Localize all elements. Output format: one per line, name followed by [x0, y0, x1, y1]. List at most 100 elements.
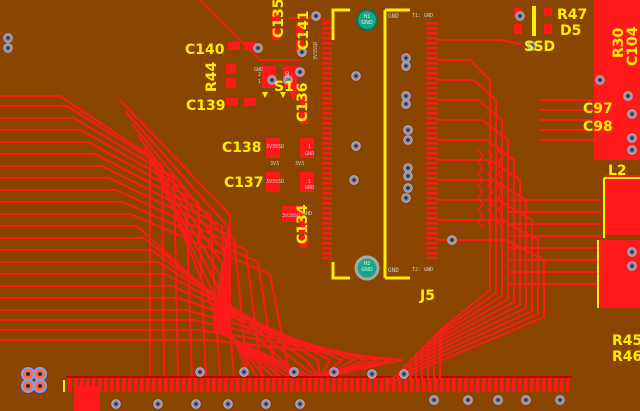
ref-j5[interactable]: J5 — [420, 289, 435, 303]
edge-connector-pad[interactable] — [554, 378, 558, 392]
serpentine-trace[interactable] — [477, 149, 484, 229]
edge-connector-pad[interactable] — [272, 378, 276, 392]
ref-r45[interactable]: R45 — [612, 334, 640, 348]
edge-connector-pad[interactable] — [194, 378, 198, 392]
edge-connector-pad[interactable] — [476, 378, 480, 392]
j5-pad-left[interactable] — [322, 197, 332, 200]
j5-pad-left[interactable] — [322, 72, 332, 75]
j5-pad-left[interactable] — [322, 182, 332, 185]
edge-connector-pad[interactable] — [278, 378, 282, 392]
edge-connector-pad[interactable] — [128, 378, 132, 392]
j5-pad-right[interactable] — [426, 232, 438, 235]
edge-connector-pad[interactable] — [140, 378, 144, 392]
j5-pad-right[interactable] — [426, 222, 438, 225]
ref-c104[interactable]: C104 — [625, 27, 640, 67]
j5-pad-right[interactable] — [426, 227, 438, 230]
ref-r30[interactable]: R30 — [611, 28, 627, 58]
edge-connector-pad[interactable] — [350, 378, 354, 392]
j5-pad-left[interactable] — [322, 242, 332, 245]
edge-connector-pad[interactable] — [326, 378, 330, 392]
edge-connector-pad[interactable] — [230, 378, 234, 392]
j5-pad-left[interactable] — [322, 57, 332, 60]
ref-r46[interactable]: R46 — [612, 350, 640, 364]
edge-connector-pad[interactable] — [494, 378, 498, 392]
ref-c98[interactable]: C98 — [583, 120, 613, 134]
j5-pad-left[interactable] — [322, 62, 332, 65]
j5-pad-left[interactable] — [322, 87, 332, 90]
j5-pad-right[interactable] — [426, 87, 438, 90]
j5-pad-left[interactable] — [322, 47, 332, 50]
edge-connector-pad[interactable] — [320, 378, 324, 392]
edge-connector-pad[interactable] — [248, 378, 252, 392]
edge-connector-pad[interactable] — [110, 378, 114, 392]
j5-pad-right[interactable] — [426, 162, 438, 165]
j5-pad-right[interactable] — [426, 157, 438, 160]
edge-connector-pad[interactable] — [146, 378, 150, 392]
j5-out-trace[interactable] — [391, 219, 539, 379]
edge-connector-pad[interactable] — [152, 378, 156, 392]
edge-connector-pad[interactable] — [470, 378, 474, 392]
j5-pad-left[interactable] — [322, 27, 332, 30]
j5-pad-right[interactable] — [426, 132, 438, 135]
ref-c141[interactable]: C141 — [296, 11, 312, 51]
j5-pad-left[interactable] — [322, 252, 332, 255]
ref-ssd[interactable]: SSD — [524, 40, 555, 54]
j5-pad-right[interactable] — [426, 57, 438, 60]
edge-connector-pad[interactable] — [488, 378, 492, 392]
r47-pad[interactable] — [544, 8, 552, 16]
edge-connector-pad[interactable] — [104, 378, 108, 392]
j5-pad-right[interactable] — [426, 177, 438, 180]
j5-pad-right[interactable] — [426, 252, 438, 255]
j5-pad-left[interactable] — [322, 227, 332, 230]
fan-trace[interactable] — [0, 105, 165, 379]
ref-c97[interactable]: C97 — [583, 102, 613, 116]
edge-connector-pad[interactable] — [482, 378, 486, 392]
edge-connector-pad[interactable] — [506, 378, 510, 392]
edge-connector-pad[interactable] — [176, 378, 180, 392]
j5-pad-left[interactable] — [322, 102, 332, 105]
j5-pad-left[interactable] — [322, 222, 332, 225]
j5-pad-left[interactable] — [322, 142, 332, 145]
j5-pad-right[interactable] — [426, 27, 438, 30]
edge-connector-pad[interactable] — [452, 378, 456, 392]
j5-pad-right[interactable] — [426, 102, 438, 105]
edge-connector-pad[interactable] — [446, 378, 450, 392]
edge-connector-pad[interactable] — [416, 378, 420, 392]
edge-connector-pad[interactable] — [440, 378, 444, 392]
edge-connector-pad[interactable] — [188, 378, 192, 392]
fan-trace[interactable] — [0, 201, 277, 379]
edge-connector-pad[interactable] — [536, 378, 540, 392]
c139-pad[interactable] — [244, 98, 256, 106]
ref-c135[interactable]: C135 — [271, 0, 287, 38]
edge-connector-pad[interactable] — [560, 378, 564, 392]
top-trace[interactable] — [437, 39, 521, 45]
j5-pad-right[interactable] — [426, 32, 438, 35]
c140-pad[interactable] — [228, 42, 240, 50]
edge-connector-pad[interactable] — [500, 378, 504, 392]
j5-pad-right[interactable] — [426, 107, 438, 110]
j5-pad-right[interactable] — [426, 217, 438, 220]
ref-c136[interactable]: C136 — [295, 83, 311, 123]
j5-pad-right[interactable] — [426, 247, 438, 250]
edge-connector-pad[interactable] — [302, 378, 306, 392]
edge-connector-pad[interactable] — [344, 378, 348, 392]
ref-c137[interactable]: C137 — [224, 176, 264, 190]
j5-pad-right[interactable] — [426, 257, 438, 260]
ref-s1[interactable]: S1 — [274, 80, 294, 94]
edge-connector-pad[interactable] — [368, 378, 372, 392]
edge-connector-pad[interactable] — [134, 378, 138, 392]
j5-pad-right[interactable] — [426, 112, 438, 115]
edge-connector-pad[interactable] — [242, 378, 246, 392]
j5-pad-right[interactable] — [426, 207, 438, 210]
edge-connector-pad[interactable] — [404, 378, 408, 392]
j5-pad-right[interactable] — [426, 77, 438, 80]
j5-pad-left[interactable] — [322, 92, 332, 95]
edge-connector-pad[interactable] — [518, 378, 522, 392]
j5-pad-left[interactable] — [322, 77, 332, 80]
edge-connector-pad[interactable] — [428, 378, 432, 392]
pcb-canvas[interactable] — [0, 0, 640, 411]
j5-pad-right[interactable] — [426, 172, 438, 175]
edge-connector-pad[interactable] — [182, 378, 186, 392]
j5-pad-right[interactable] — [426, 37, 438, 40]
edge-connector-pad[interactable] — [218, 378, 222, 392]
